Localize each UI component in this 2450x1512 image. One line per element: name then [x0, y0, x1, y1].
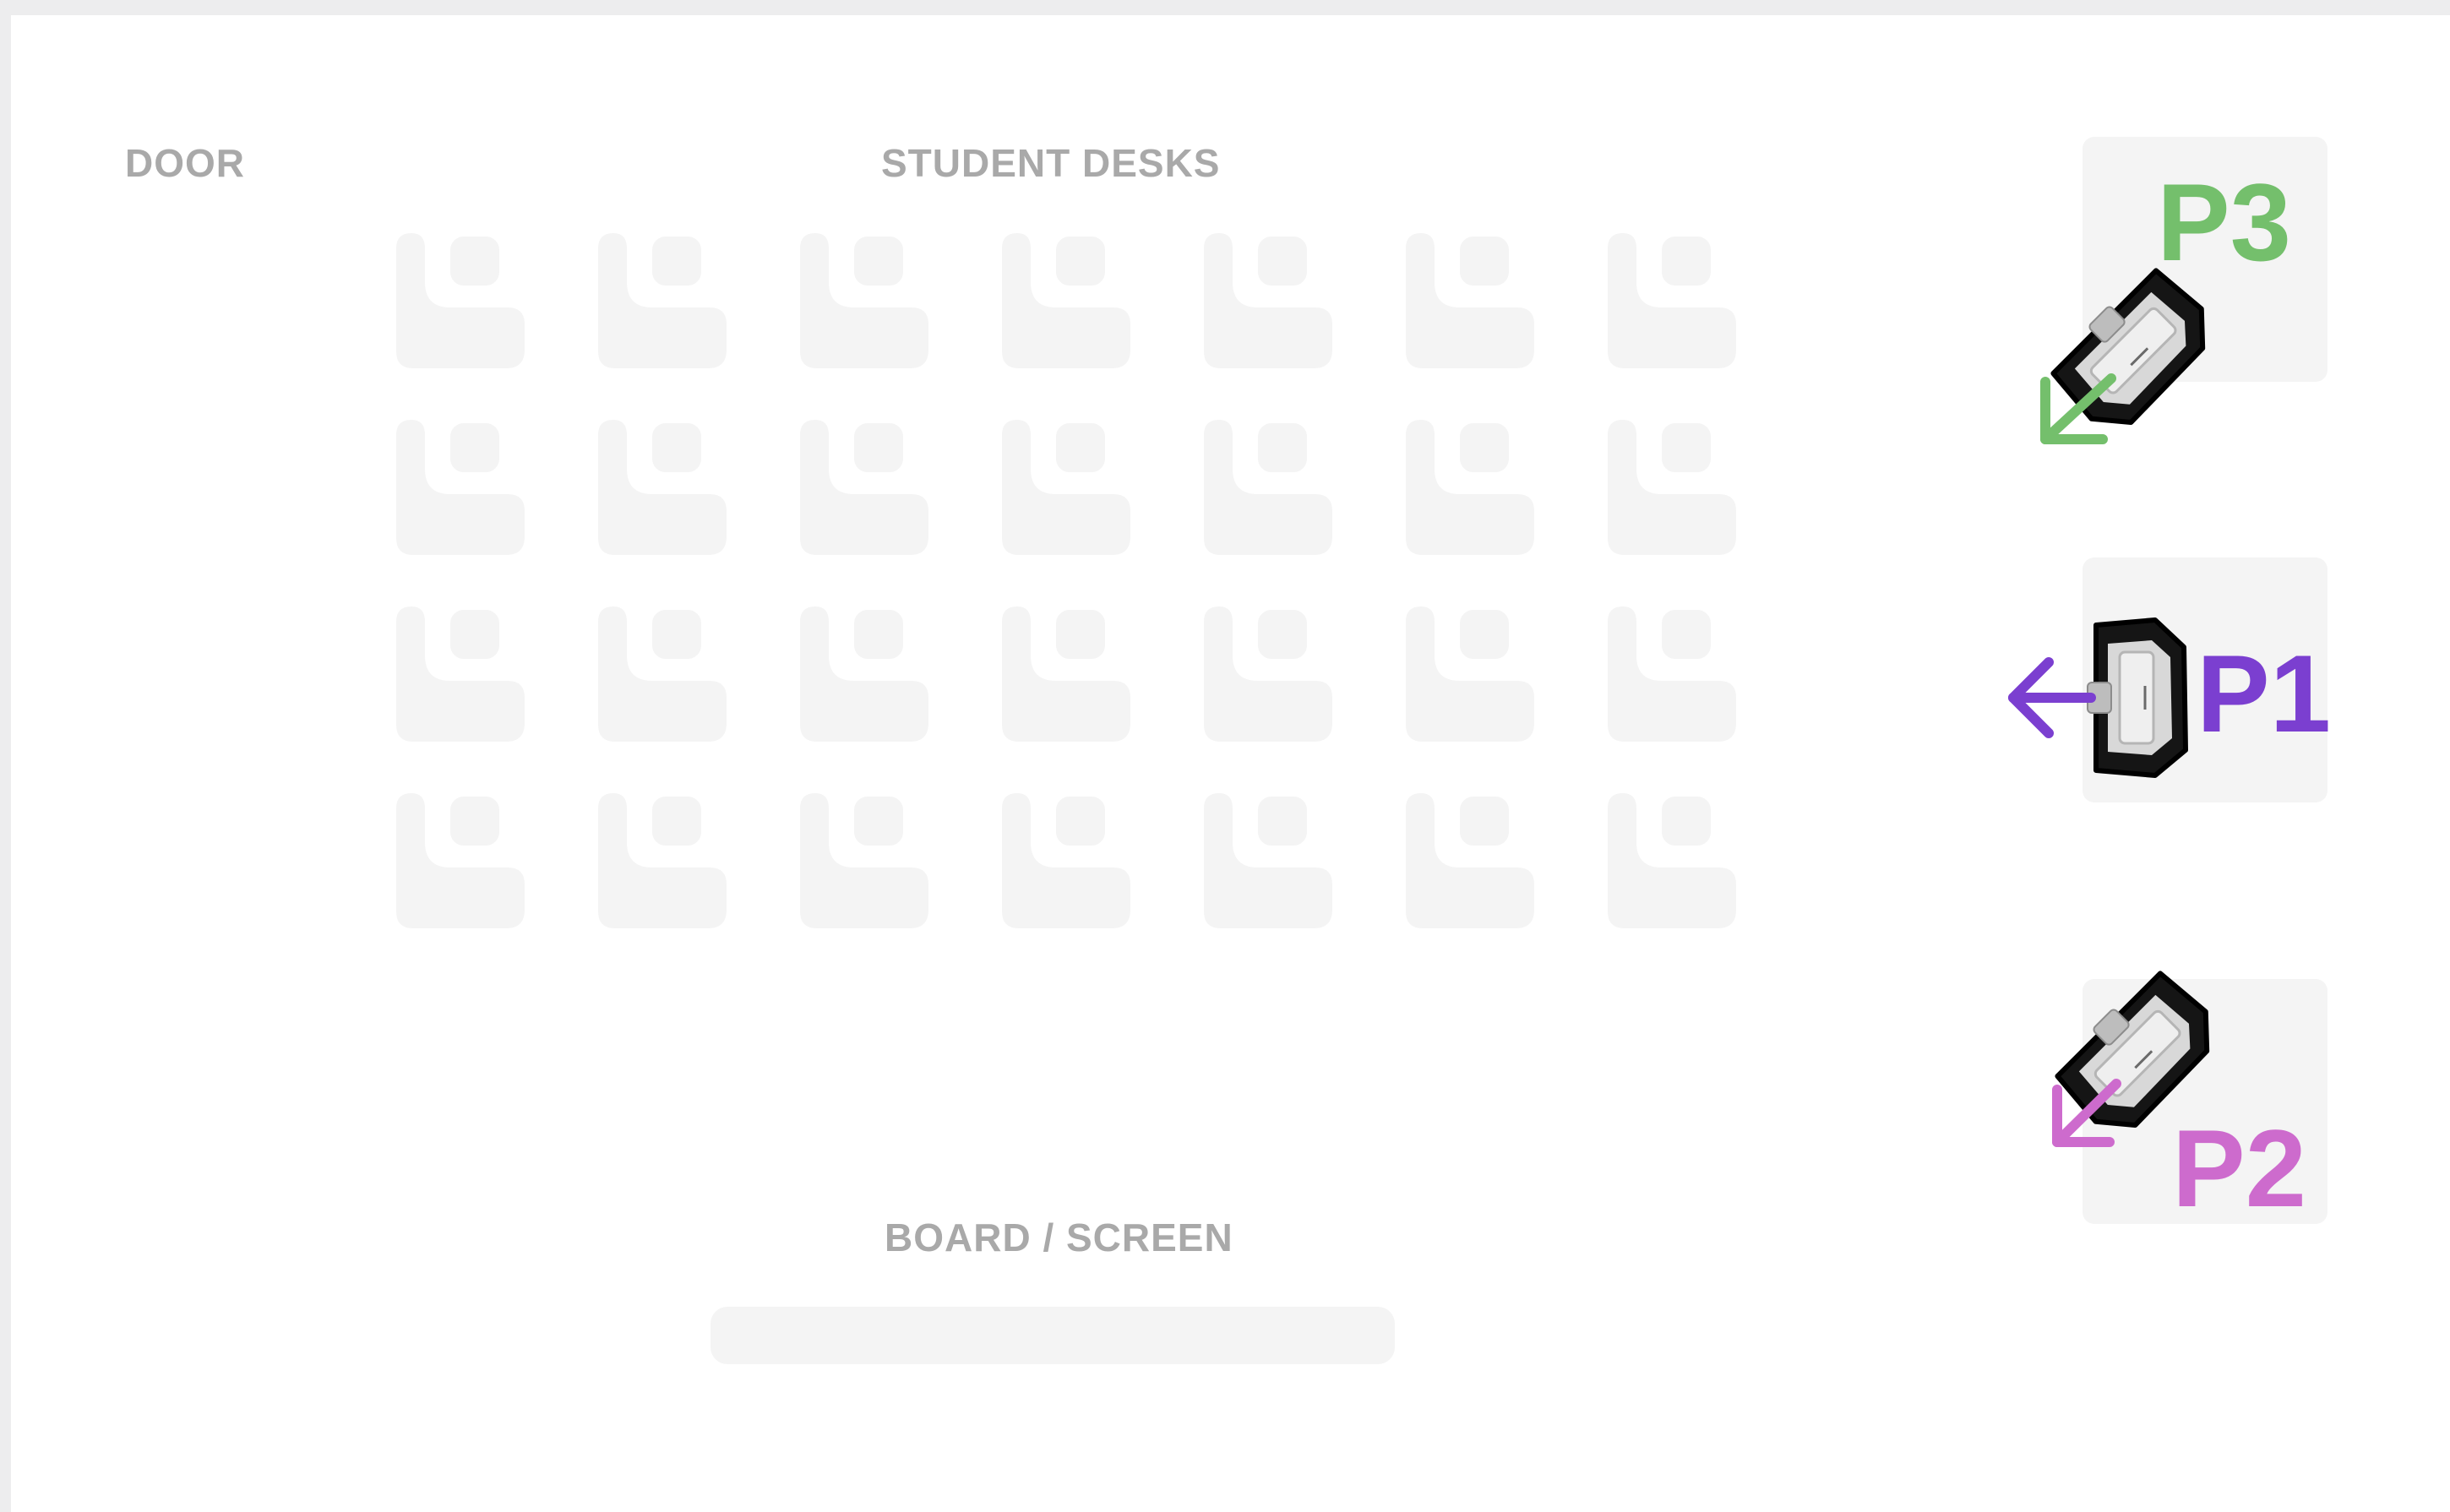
projector-p1	[2088, 620, 2186, 775]
projector-p1-label: P1	[2197, 632, 2332, 755]
arrow-p1-icon	[2008, 657, 2096, 738]
projector-p2-label: P2	[2172, 1107, 2307, 1230]
projector-p3-label: P3	[2157, 160, 2292, 284]
projector-overlay	[2008, 15, 2450, 1147]
classroom-layout-canvas: DOOR STUDENT DESKS BOARD / SCREEN P3 P1 …	[11, 15, 2450, 1512]
